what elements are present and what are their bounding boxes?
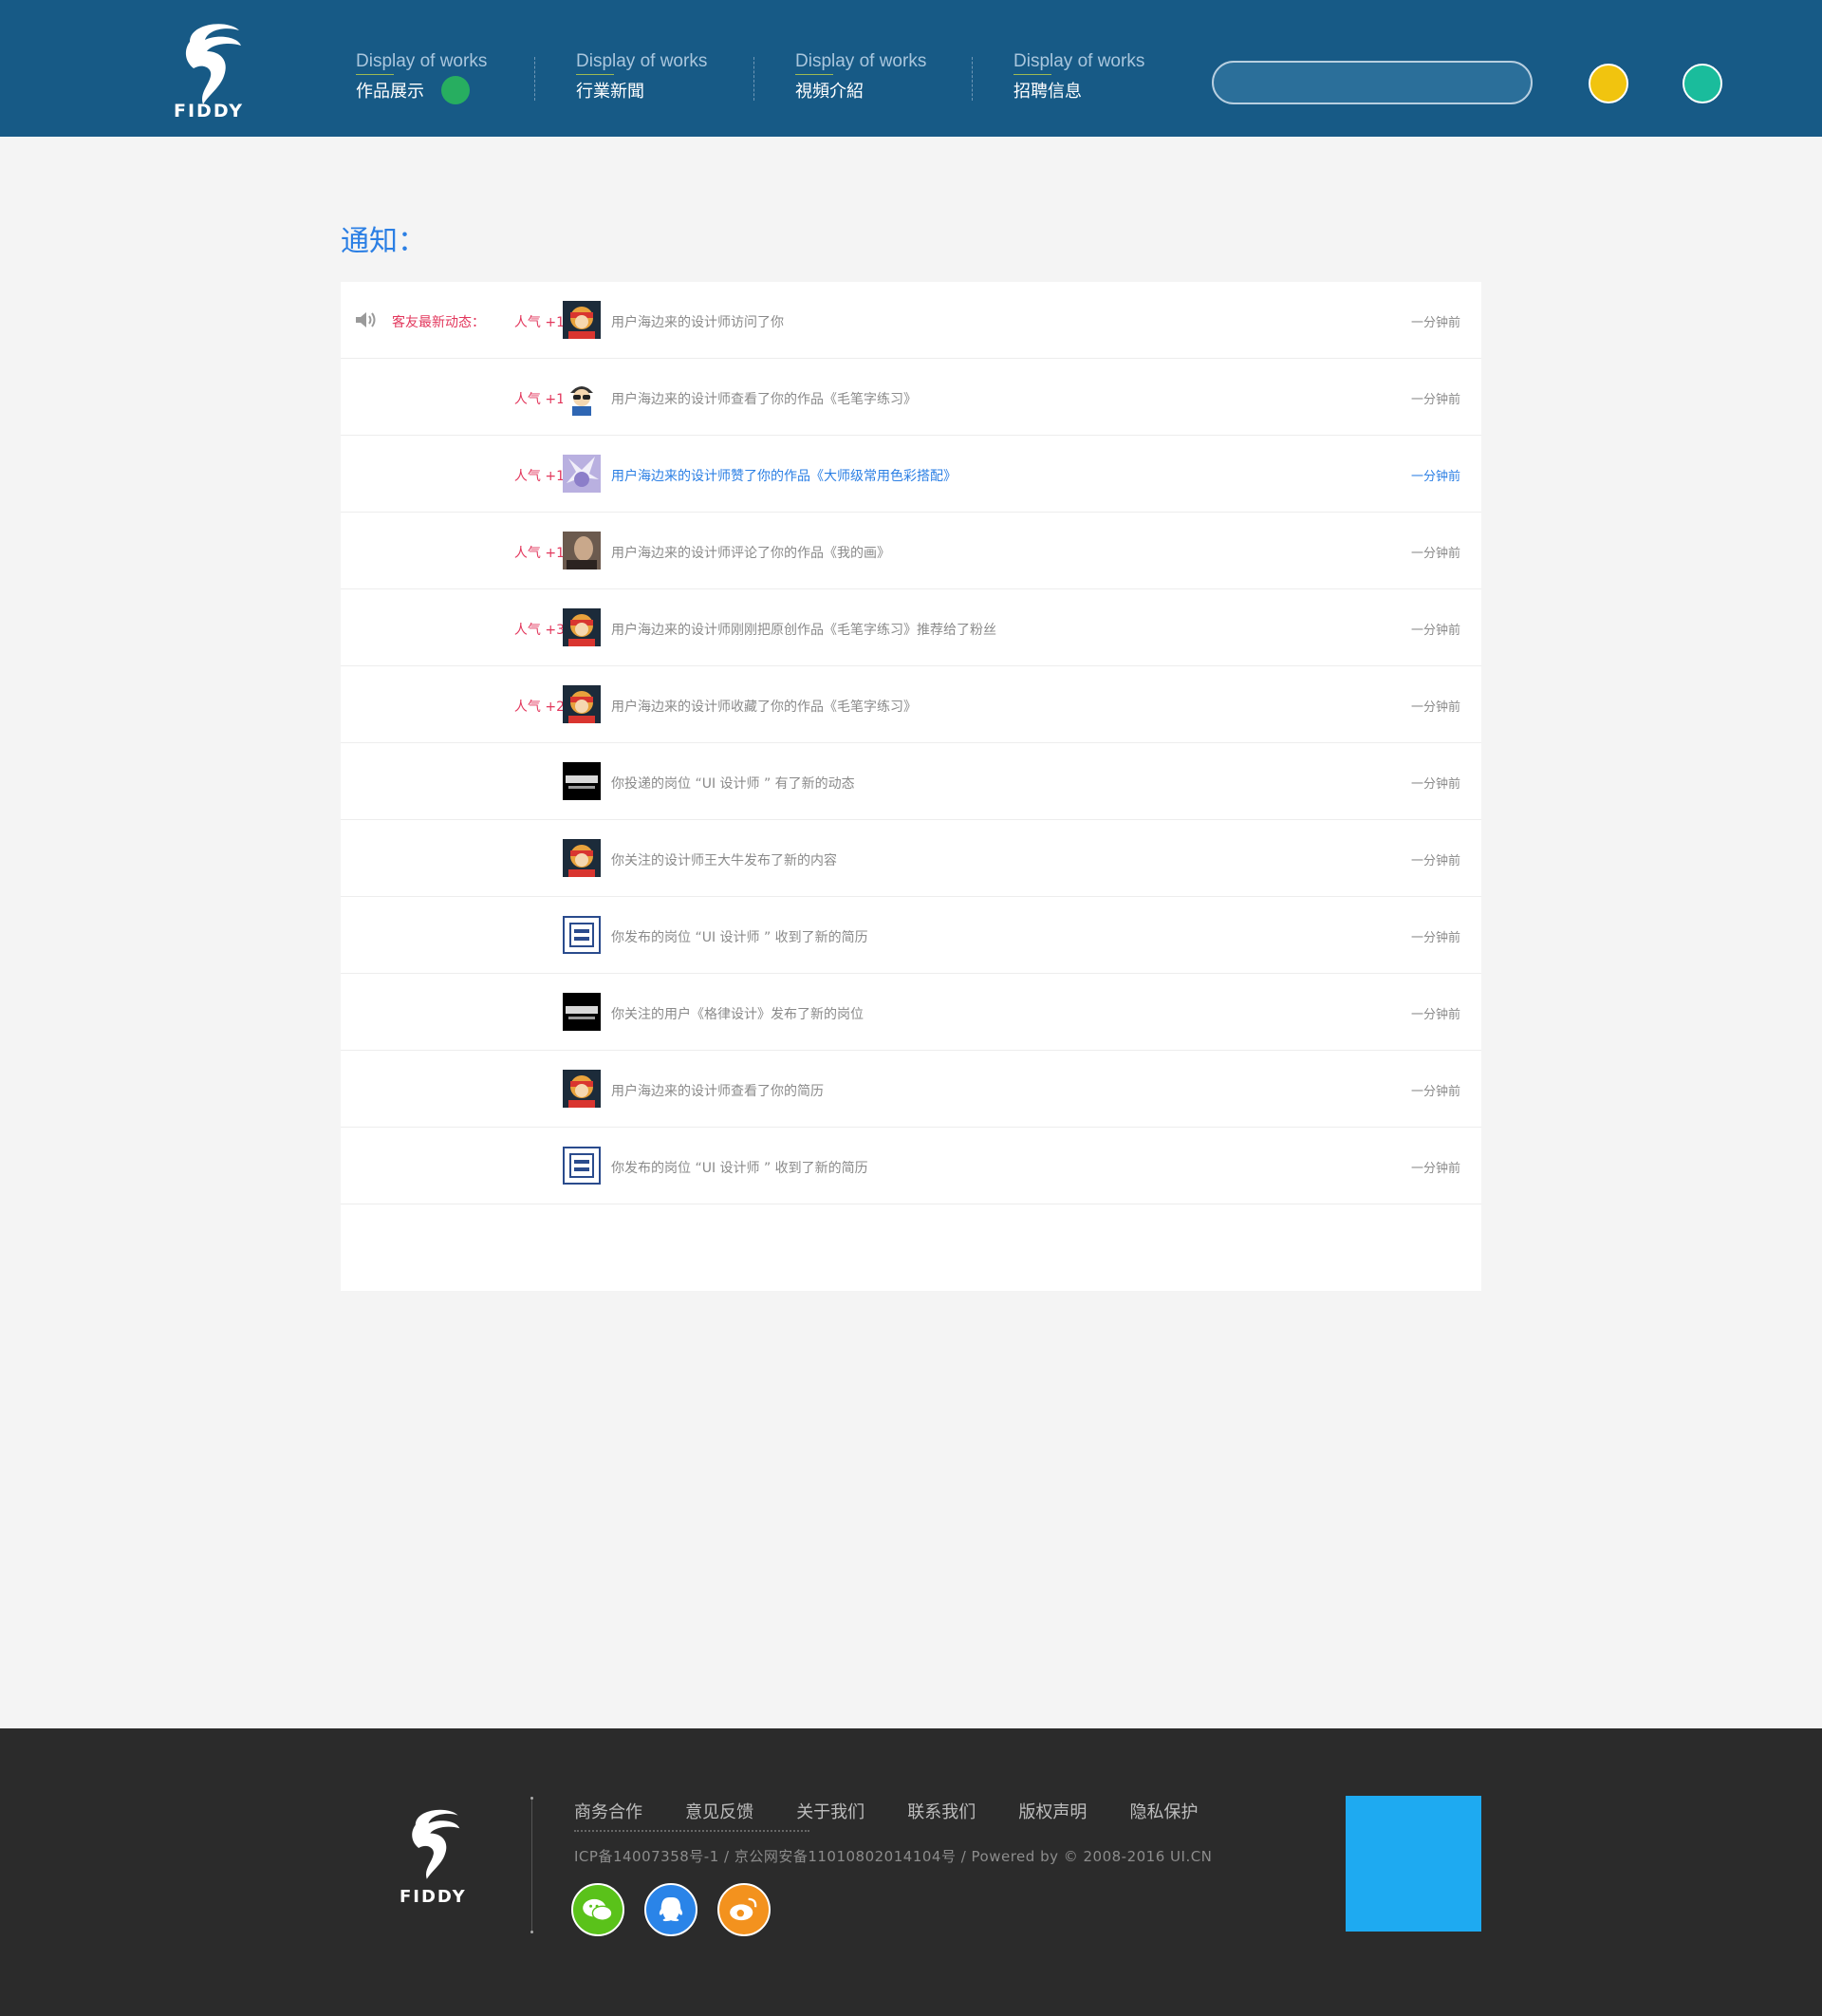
footer-link-privacy[interactable]: 隐私保护 <box>1129 1799 1198 1823</box>
footer-divider <box>530 1797 533 1933</box>
notification-text: 用户海边来的设计师评论了你的作品《我的画》 <box>611 546 890 561</box>
nav-item-cn: 視頻介紹 <box>795 74 926 103</box>
footer-link-business[interactable]: 商务合作 <box>574 1799 642 1823</box>
notification-row[interactable]: 用户海边来的设计师查看了你的简历 一分钟前 <box>341 1051 1481 1128</box>
avatar[interactable] <box>563 762 601 800</box>
nav-item-en: Display of works <box>356 51 488 71</box>
notification-text: 用户海边来的设计师刚刚把原创作品《毛笔字练习》推荐给了粉丝 <box>611 623 996 638</box>
nav-item-en: Display of works <box>576 51 708 71</box>
avatar[interactable] <box>563 839 601 877</box>
notification-text: 你投递的岗位 “UI 设计师 ” 有了新的动态 <box>611 776 855 792</box>
popularity-badge: 人气 +2 <box>513 700 565 715</box>
nav-separator <box>972 57 973 101</box>
popularity-badge: 人气 +1 <box>513 315 565 330</box>
popularity-badge: 人气 +3 <box>513 623 565 638</box>
notification-time: 一分钟前 <box>1410 316 1460 330</box>
notification-text: 用户海边来的设计师查看了你的简历 <box>611 1084 824 1099</box>
notification-time: 一分钟前 <box>1410 854 1460 868</box>
weibo-icon[interactable] <box>717 1883 771 1936</box>
site-header: FIDDY Display of works 作品展示 Display of w… <box>0 0 1822 137</box>
footer-link-about[interactable]: 关于我们 <box>796 1799 865 1823</box>
notification-text: 用户海边来的设计师收藏了你的作品《毛笔字练习》 <box>611 700 917 715</box>
nav-separator <box>534 57 535 101</box>
popularity-badge: 人气 +1 <box>513 546 565 561</box>
notification-time: 一分钟前 <box>1410 1085 1460 1099</box>
notification-time: 一分钟前 <box>1410 547 1460 561</box>
nav-item-en: Display of works <box>1013 51 1145 71</box>
notification-time: 一分钟前 <box>1410 624 1460 638</box>
nav-separator <box>753 57 754 101</box>
notification-time: 一分钟前 <box>1410 1008 1460 1022</box>
nav-item-video[interactable]: Display of works 視頻介紹 <box>795 51 926 108</box>
footer-link-feedback[interactable]: 意见反馈 <box>685 1799 753 1823</box>
notification-row[interactable]: 你投递的岗位 “UI 设计师 ” 有了新的动态 一分钟前 <box>341 743 1481 820</box>
avatar[interactable] <box>563 916 601 954</box>
notification-time: 一分钟前 <box>1410 470 1460 484</box>
notification-text: 你发布的岗位 “UI 设计师 ” 收到了新的简历 <box>611 930 868 945</box>
notification-row[interactable]: 你发布的岗位 “UI 设计师 ” 收到了新的简历 一分钟前 <box>341 1128 1481 1204</box>
notification-row[interactable]: 人气 +1 用户海边来的设计师赞了你的作品《大师级常用色彩搭配》 一分钟前 <box>341 436 1481 513</box>
notification-time: 一分钟前 <box>1410 931 1460 945</box>
active-indicator-dot <box>441 76 470 104</box>
notification-row[interactable]: 人气 +3 用户海边来的设计师刚刚把原创作品《毛笔字练习》推荐给了粉丝 一分钟前 <box>341 589 1481 666</box>
popularity-badge: 人气 +1 <box>513 469 565 484</box>
notification-panel: 客友最新动态： 人气 +1 用户海边来的设计师访问了你 一分钟前 人气 +1 用… <box>341 282 1481 1291</box>
message-button[interactable] <box>1683 64 1722 103</box>
avatar[interactable] <box>563 532 601 569</box>
notification-text: 用户海边来的设计师查看了你的作品《毛笔字练习》 <box>611 392 917 407</box>
nav-item-works[interactable]: Display of works 作品展示 <box>356 51 487 108</box>
notification-row[interactable]: 你发布的岗位 “UI 设计师 ” 收到了新的简历 一分钟前 <box>341 897 1481 974</box>
footer-link-copyright[interactable]: 版权声明 <box>1018 1799 1087 1823</box>
notification-time: 一分钟前 <box>1410 777 1460 792</box>
notification-text: 用户海边来的设计师赞了你的作品《大师级常用色彩搭配》 <box>611 469 957 484</box>
wechat-icon[interactable] <box>571 1883 624 1936</box>
notification-text: 用户海边来的设计师访问了你 <box>611 315 784 330</box>
site-footer: FIDDY 商务合作 意见反馈 关于我们 联系我们 版权声明 隐私保护 ICP备… <box>0 1728 1822 2016</box>
footer-link-contact[interactable]: 联系我们 <box>907 1799 976 1823</box>
nav-item-en: Display of works <box>795 51 927 71</box>
notification-row[interactable]: 客友最新动态： 人气 +1 用户海边来的设计师访问了你 一分钟前 <box>341 282 1481 359</box>
logo-text: FIDDY <box>174 101 244 121</box>
avatar[interactable] <box>563 993 601 1031</box>
notification-text: 你关注的用户《格律设计》发布了新的岗位 <box>611 1007 864 1022</box>
notification-time: 一分钟前 <box>1410 393 1460 407</box>
user-button[interactable] <box>1589 64 1628 103</box>
notification-row[interactable]: 人气 +1 用户海边来的设计师查看了你的作品《毛笔字练习》 一分钟前 <box>341 359 1481 436</box>
avatar[interactable] <box>563 378 601 416</box>
popularity-badge: 人气 +1 <box>513 392 565 407</box>
avatar[interactable] <box>563 301 601 339</box>
nav-item-cn: 招聘信息 <box>1013 74 1144 103</box>
qr-code <box>1346 1796 1481 1932</box>
nav-item-cn: 行業新聞 <box>576 74 707 103</box>
notification-row[interactable]: 人气 +1 用户海边来的设计师评论了你的作品《我的画》 一分钟前 <box>341 513 1481 589</box>
fiddy-logo[interactable] <box>399 1801 465 1895</box>
page-title: 通知： <box>341 225 426 258</box>
notification-row[interactable]: 你关注的用户《格律设计》发布了新的岗位 一分钟前 <box>341 974 1481 1051</box>
avatar[interactable] <box>563 685 601 723</box>
footer-dotted-line <box>574 1830 809 1832</box>
nav-item-news[interactable]: Display of works 行業新聞 <box>576 51 707 108</box>
notification-row[interactable]: 人气 +2 用户海边来的设计师收藏了你的作品《毛笔字练习》 一分钟前 <box>341 666 1481 743</box>
nav-item-jobs[interactable]: Display of works 招聘信息 <box>1013 51 1144 108</box>
qq-icon[interactable] <box>644 1883 697 1936</box>
feed-label: 客友最新动态： <box>392 315 485 330</box>
speaker-icon <box>356 312 376 327</box>
search-input[interactable] <box>1212 61 1533 104</box>
notification-text: 你关注的设计师王大牛发布了新的内容 <box>611 853 837 868</box>
avatar[interactable] <box>563 1070 601 1108</box>
copyright-text: ICP备14007358号-1 / 京公网安备11010802014104号 /… <box>574 1848 1213 1865</box>
notification-time: 一分钟前 <box>1410 700 1460 715</box>
avatar[interactable] <box>563 608 601 646</box>
notification-text: 你发布的岗位 “UI 设计师 ” 收到了新的简历 <box>611 1161 868 1176</box>
notification-time: 一分钟前 <box>1410 1162 1460 1176</box>
avatar[interactable] <box>563 455 601 493</box>
footer-links: 商务合作 意见反馈 关于我们 联系我们 版权声明 隐私保护 <box>574 1799 1236 1823</box>
logo-text: FIDDY <box>400 1887 467 1907</box>
notification-row[interactable]: 你关注的设计师王大牛发布了新的内容 一分钟前 <box>341 820 1481 897</box>
avatar[interactable] <box>563 1147 601 1185</box>
